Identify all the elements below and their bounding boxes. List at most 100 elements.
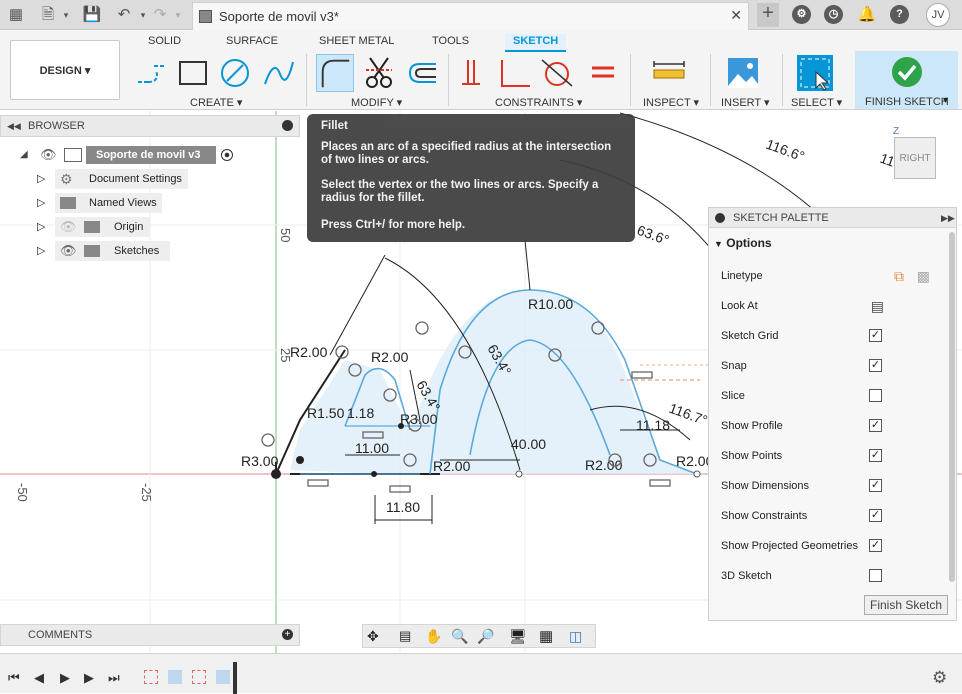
create-menu[interactable]: CREATE ▾ [190,96,242,109]
show-profile-checkbox[interactable]: ✓ [869,419,882,432]
line-tool-icon[interactable] [134,56,168,90]
tangent-constraint-icon[interactable] [540,56,574,90]
zoom-icon[interactable]: 🔍 [451,628,468,645]
coincident-constraint-icon[interactable] [458,56,492,90]
tab-sheet-metal[interactable]: SHEET METAL [319,34,394,52]
notifications-icon[interactable]: 🔔 [857,5,877,25]
save-icon[interactable]: 💾 [82,5,102,25]
select-tool-icon[interactable] [796,54,834,92]
minimize-icon[interactable] [715,213,725,223]
show-dimensions-checkbox[interactable]: ✓ [869,479,882,492]
insert-image-icon[interactable] [726,56,760,90]
constraints-menu[interactable]: CONSTRAINTS ▾ [495,96,582,109]
viewports-icon[interactable]: ◫ [569,628,582,645]
step-back-icon[interactable]: ◀ [34,670,44,686]
rectangle-tool-icon[interactable] [176,56,210,90]
help-icon[interactable]: ? [890,5,909,24]
tab-sketch[interactable]: SKETCH [505,34,567,52]
add-comment-icon[interactable]: + [282,629,293,640]
workspace-switcher[interactable]: DESIGN ▾ [10,40,120,100]
fillet-tool-icon[interactable] [316,54,354,92]
insert-menu[interactable]: INSERT ▾ [721,96,770,109]
browser-header[interactable]: ◀◀ BROWSER [0,115,300,137]
timeline-feature-icon[interactable] [192,670,206,684]
orbit-icon[interactable]: ✥ [367,628,379,645]
minimize-icon[interactable] [282,120,293,131]
job-status-icon[interactable]: ◷ [824,5,843,24]
browser-item-document-settings[interactable]: ▷ ⚙ Document Settings [0,169,300,189]
expand-triangle-icon[interactable]: ▷ [37,217,45,237]
browser-item-sketches[interactable]: ▷ 👁 Sketches [0,241,300,261]
visibility-eye-icon[interactable]: 👁 [40,145,57,165]
perpendicular-constraint-icon[interactable] [498,56,532,90]
slice-checkbox[interactable] [869,389,882,402]
play-icon[interactable]: ▶ [60,670,70,686]
hidden-eye-icon[interactable]: 👁 [60,217,77,237]
modify-menu[interactable]: MODIFY ▾ [351,96,402,109]
active-radio-icon[interactable] [221,149,233,161]
show-points-checkbox[interactable]: ✓ [869,449,882,462]
view-cube[interactable]: RIGHT [894,137,936,179]
expand-triangle-icon[interactable]: ▷ [37,193,45,213]
palette-header[interactable]: SKETCH PALETTE ▶▶ [709,208,956,228]
avatar[interactable]: JV [926,3,950,27]
scrollbar[interactable] [949,232,955,582]
file-dropdown-icon[interactable]: ▾ [56,5,76,25]
tab-surface[interactable]: SURFACE [226,34,278,52]
expand-triangle-icon[interactable]: ▷ [37,169,45,189]
gear-icon[interactable]: ⚙ [932,668,947,688]
look-at-icon[interactable]: ▤ [871,291,884,321]
checkmark-icon [892,57,922,87]
timeline-marker[interactable] [233,662,237,694]
pan-icon[interactable]: ✋ [425,628,442,645]
go-to-start-icon[interactable]: ⏮ [8,670,20,686]
redo-dropdown-icon[interactable]: ▾ [168,5,188,25]
display-settings-icon[interactable]: 🖥 [509,628,527,645]
offset-tool-icon[interactable] [404,56,438,90]
tab-solid[interactable]: SOLID [148,34,181,52]
document-tab[interactable]: Soporte de movil v3* ✕ [192,2,749,30]
circle-tool-icon[interactable] [218,56,252,90]
palette-finish-sketch-button[interactable]: Finish Sketch [864,595,948,615]
timeline-feature-icon[interactable] [168,670,182,684]
grid-settings-icon[interactable]: ▦ [539,627,553,645]
undo-icon[interactable]: ↶ [114,5,134,25]
comments-panel[interactable]: COMMENTS + [0,624,300,646]
browser-item-origin[interactable]: ▷ 👁 Origin [0,217,300,237]
construction-linetype-icon[interactable]: ⧉ [894,261,904,291]
timeline-feature-icon[interactable] [144,670,158,684]
spline-tool-icon[interactable] [262,56,296,90]
trim-tool-icon[interactable] [362,56,396,90]
expand-triangle-icon[interactable]: ▷ [37,241,45,261]
browser-item-named-views[interactable]: ▷ Named Views [0,193,300,213]
tab-tools[interactable]: TOOLS [432,34,469,52]
step-forward-icon[interactable]: ▶ [84,670,94,686]
measure-tool-icon[interactable] [652,56,686,90]
options-section[interactable]: ▼ Options [714,236,772,250]
inspect-menu[interactable]: INSPECT ▾ [643,96,699,109]
visibility-eye-icon[interactable]: 👁 [60,241,77,261]
close-tab-icon[interactable]: ✕ [730,7,742,24]
snap-checkbox[interactable]: ✓ [869,359,882,372]
look-at-icon[interactable]: ▤ [399,628,411,644]
sketch-grid-checkbox[interactable]: ✓ [869,329,882,342]
show-projected-checkbox[interactable]: ✓ [869,539,882,552]
timeline-feature-icon[interactable] [216,670,230,684]
file-icon[interactable]: 🗎 [38,5,58,25]
redo-icon[interactable]: ↷ [150,5,170,25]
browser-root[interactable]: ◢ 👁 Soporte de movil v3 [0,145,245,165]
go-to-end-icon[interactable]: ⏭ [108,670,120,686]
fit-icon[interactable]: 🔎 [477,628,494,645]
select-menu[interactable]: SELECT ▾ [791,96,842,109]
expand-icon[interactable]: ▶▶ [941,208,955,228]
finish-sketch-button[interactable]: FINISH SKETCH ▾ [855,51,958,109]
app-grid-icon[interactable]: ▦ [6,5,26,25]
show-constraints-checkbox[interactable]: ✓ [869,509,882,522]
3d-sketch-checkbox[interactable] [869,569,882,582]
extensions-icon[interactable]: ⚙ [792,5,811,24]
collapse-icon[interactable]: ◀◀ [7,116,21,136]
collapse-triangle-icon[interactable]: ◢ [20,145,28,165]
equal-constraint-icon[interactable] [586,56,620,90]
new-tab-icon[interactable]: + [757,3,779,27]
centerline-icon[interactable]: ▩ [917,261,930,291]
